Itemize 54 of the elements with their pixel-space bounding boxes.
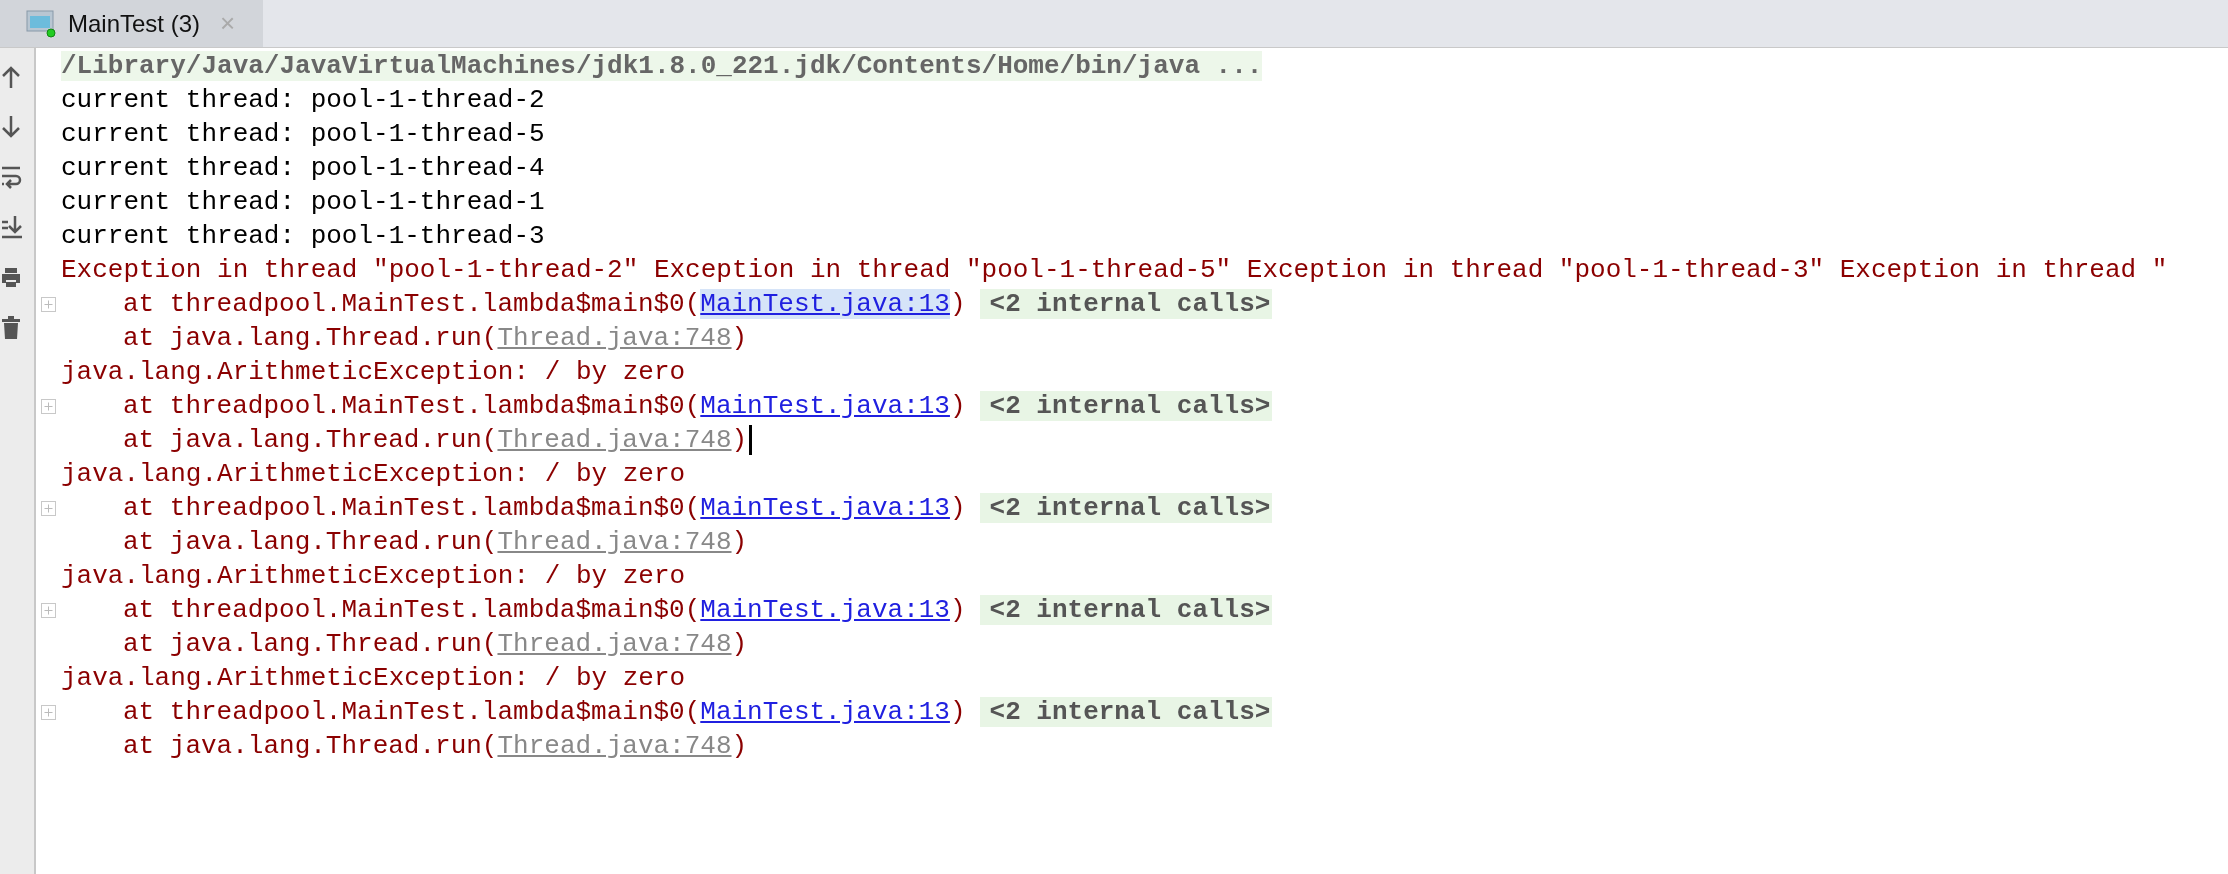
stack-frame-text: at java.lang.Thread.run(	[123, 731, 498, 761]
source-link[interactable]: Thread.java:748	[497, 629, 732, 659]
source-link[interactable]: MainTest.java:13	[700, 493, 950, 523]
stack-frame-text: at java.lang.Thread.run(	[123, 527, 498, 557]
stack-frame-text: )	[949, 493, 966, 523]
stack-frame-text: at threadpool.MainTest.lambda$main$0(	[123, 289, 701, 319]
tab-label: MainTest (3)	[68, 9, 201, 38]
stack-frame-text: )	[949, 391, 966, 421]
source-link[interactable]: Thread.java:748	[497, 527, 732, 557]
stack-frame-text: at java.lang.Thread.run(	[123, 425, 498, 455]
stack-frame-text: )	[949, 595, 966, 625]
folded-calls[interactable]: <2 internal calls>	[979, 391, 1273, 421]
error-line: Exception in thread "pool-1-thread-2" Exception in thread "pool-1-thread-5" Exception in thread "pool-1-thread-3" Exception in thread "	[61, 255, 2168, 285]
folded-calls[interactable]: <2 internal calls>	[979, 493, 1273, 523]
trash-icon[interactable]	[0, 314, 22, 340]
stack-frame-text: )	[949, 697, 966, 727]
stack-frame-text: )	[731, 323, 748, 353]
stack-frame-text: at threadpool.MainTest.lambda$main$0(	[123, 595, 701, 625]
source-link[interactable]: MainTest.java:13	[700, 289, 950, 319]
stack-frame-text: )	[949, 289, 966, 319]
folded-calls[interactable]: <2 internal calls>	[979, 595, 1273, 625]
stack-frame-text: )	[731, 731, 748, 761]
stack-frame-text: at threadpool.MainTest.lambda$main$0(	[123, 391, 701, 421]
stack-frame-text: )	[731, 629, 748, 659]
error-line: java.lang.ArithmeticException: / by zero	[61, 459, 686, 489]
error-line: java.lang.ArithmeticException: / by zero	[61, 561, 686, 591]
error-line: java.lang.ArithmeticException: / by zero	[61, 357, 686, 387]
output-line: current thread: pool-1-thread-4	[61, 153, 545, 183]
console-tab[interactable]: MainTest (3) ×	[0, 0, 264, 47]
stack-frame-text: at threadpool.MainTest.lambda$main$0(	[123, 493, 701, 523]
down-arrow-icon[interactable]	[0, 114, 22, 140]
stack-frame-text: )	[731, 527, 748, 557]
stack-frame-text: at java.lang.Thread.run(	[123, 323, 498, 353]
output-line: current thread: pool-1-thread-5	[61, 119, 545, 149]
console-window-icon	[26, 9, 56, 38]
stack-frame-text: )	[731, 425, 748, 455]
command-line-text: /Library/Java/JavaVirtualMachines/jdk1.8.0_221.jdk/Contents/Home/bin/java ...	[61, 51, 1263, 81]
source-link[interactable]: MainTest.java:13	[700, 595, 950, 625]
scroll-to-end-icon[interactable]	[0, 214, 22, 240]
stack-frame-text: at java.lang.Thread.run(	[123, 629, 498, 659]
source-link[interactable]: Thread.java:748	[497, 731, 732, 761]
output-line: current thread: pool-1-thread-1	[61, 187, 545, 217]
source-link[interactable]: Thread.java:748	[497, 425, 732, 455]
soft-wrap-icon[interactable]	[0, 164, 22, 190]
source-link[interactable]: MainTest.java:13	[700, 697, 950, 727]
output-line: current thread: pool-1-thread-2	[61, 85, 545, 115]
source-link[interactable]: MainTest.java:13	[700, 391, 950, 421]
folded-calls[interactable]: <2 internal calls>	[979, 289, 1273, 319]
stack-frame-text: at threadpool.MainTest.lambda$main$0(	[123, 697, 701, 727]
source-link[interactable]: Thread.java:748	[497, 323, 732, 353]
error-line: java.lang.ArithmeticException: / by zero	[61, 663, 686, 693]
up-arrow-icon[interactable]	[0, 64, 22, 90]
folded-calls[interactable]: <2 internal calls>	[979, 697, 1273, 727]
output-line: current thread: pool-1-thread-3	[61, 221, 545, 251]
